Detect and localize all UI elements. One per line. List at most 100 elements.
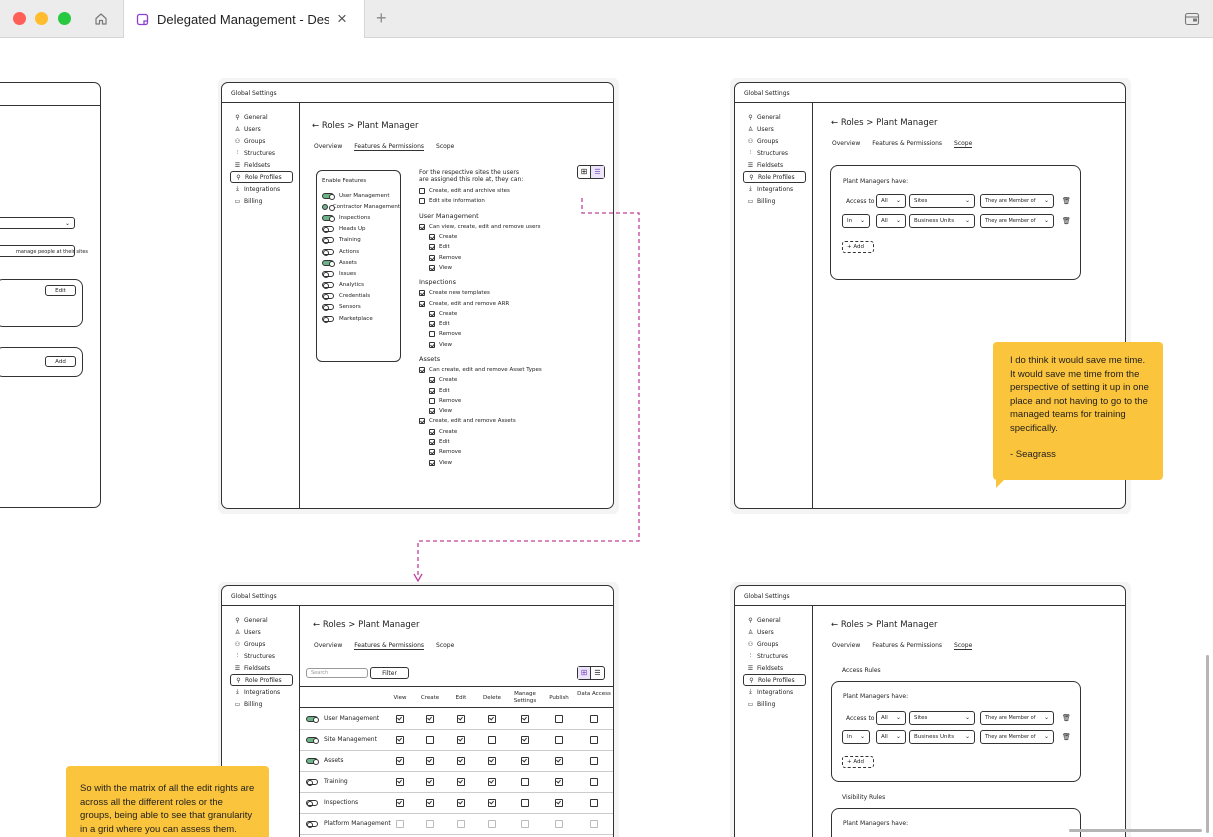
search-input[interactable]: Search (306, 668, 368, 678)
tab-scope[interactable]: Scope (954, 642, 973, 650)
toggle-switch[interactable] (322, 282, 334, 290)
checkbox[interactable] (555, 778, 563, 786)
tab-features[interactable]: Features & Permissions (872, 642, 942, 650)
breadcrumb[interactable]: ← Roles > Plant Manager (831, 620, 937, 630)
checkbox[interactable] (555, 820, 563, 828)
tab-scope[interactable]: Scope (436, 143, 454, 151)
toggle-switch[interactable] (322, 203, 335, 211)
checkbox[interactable] (426, 820, 434, 828)
site-permission-row[interactable]: Create, edit and archive sites (419, 186, 542, 196)
edit-button[interactable]: Edit (45, 285, 76, 296)
checkbox[interactable] (521, 736, 529, 744)
condition-select[interactable]: They are Member of ⌄ (980, 711, 1054, 725)
checkbox[interactable] (396, 715, 404, 723)
toggle-switch[interactable] (322, 304, 334, 312)
checkbox[interactable] (488, 757, 496, 765)
partial-select[interactable]: ⌄ (0, 217, 75, 229)
sticky-note-matrix[interactable]: So with the matrix of all the edit right… (66, 766, 269, 837)
entity-select[interactable]: Sites ⌄ (909, 194, 975, 208)
toggle-switch[interactable] (322, 214, 335, 222)
checkbox[interactable] (488, 778, 496, 786)
checkbox[interactable] (488, 715, 496, 723)
checkbox[interactable] (457, 820, 465, 828)
checkbox[interactable] (426, 799, 434, 807)
checkbox[interactable] (426, 715, 434, 723)
sidebar-item-role-profiles[interactable]: ⚲ Role Profiles (743, 674, 806, 686)
entity-select[interactable]: Business Units ⌄ (909, 214, 975, 228)
toggle-switch[interactable] (322, 259, 335, 267)
checkbox[interactable] (521, 799, 529, 807)
close-tab-icon[interactable]: × (337, 9, 347, 29)
checkbox[interactable] (555, 715, 563, 723)
checkbox[interactable] (457, 757, 465, 765)
checkbox[interactable] (521, 778, 529, 786)
trash-icon[interactable]: 🗑 (1062, 217, 1071, 225)
checkbox[interactable] (590, 757, 598, 765)
frame-features-grid[interactable]: Global Settings ⚲ General ♙ Users ⚇ Groups … (221, 585, 614, 837)
feature-toggle-row[interactable]: Analytics (322, 280, 400, 291)
tab-features[interactable]: Features & Permissions (354, 642, 425, 650)
prefix-select[interactable]: In ⌄ (842, 730, 870, 744)
toggle-switch[interactable] (306, 716, 319, 723)
sidebar-item-structures[interactable]: ⫶ Structures (735, 650, 812, 662)
sidebar-item-users[interactable]: ♙ Users (222, 123, 299, 135)
frame-scope-visibility[interactable]: Global Settings ⚲ General ♙ Users ⚇ Groups … (734, 585, 1126, 837)
feature-toggle-row[interactable]: Assets (322, 257, 400, 268)
sidebar-item-groups[interactable]: ⚇ Groups (222, 638, 299, 650)
feature-toggle-row[interactable]: Credentials (322, 291, 400, 302)
feature-toggle-row[interactable]: Marketplace (322, 313, 400, 324)
table-row[interactable]: User Management (300, 709, 613, 730)
checkbox[interactable] (488, 820, 496, 828)
checkbox[interactable] (488, 736, 496, 744)
checkbox[interactable] (396, 820, 404, 828)
qty-select[interactable]: All ⌄ (876, 711, 906, 725)
toggle-switch[interactable] (322, 226, 334, 234)
feature-toggle-row[interactable]: Actions (322, 246, 400, 257)
condition-select[interactable]: They are Member of ⌄ (980, 730, 1054, 744)
checkbox[interactable] (426, 778, 434, 786)
tab-overview[interactable]: Overview (832, 642, 860, 650)
feature-toggle-row[interactable]: Heads Up (322, 224, 400, 235)
qty-select[interactable]: All ⌄ (876, 194, 906, 208)
trash-icon[interactable]: 🗑 (1062, 714, 1071, 722)
table-row[interactable]: Inspections (300, 793, 613, 814)
checkbox[interactable] (419, 188, 425, 195)
zoom-window-button[interactable] (58, 12, 71, 25)
table-row[interactable]: Platform Management (300, 814, 613, 835)
trash-icon[interactable]: 🗑 (1062, 197, 1071, 205)
toggle-switch[interactable] (306, 800, 318, 807)
checkbox[interactable] (590, 778, 598, 786)
sidebar-item-general[interactable]: ⚲ General (735, 614, 812, 626)
sidebar-item-general[interactable]: ⚲ General (735, 111, 812, 123)
sidebar-item-users[interactable]: ♙ Users (735, 123, 812, 135)
toggle-switch[interactable] (322, 293, 334, 301)
toggle-switch[interactable] (322, 315, 334, 323)
sidebar-item-general[interactable]: ⚲ General (222, 614, 299, 626)
sidebar-item-groups[interactable]: ⚇ Groups (735, 135, 812, 147)
table-row[interactable]: Training (300, 772, 613, 793)
sidebar-item-fieldsets[interactable]: ☰ Fieldsets (735, 662, 812, 674)
partial-input[interactable]: manage people at their sites (0, 245, 88, 257)
toggle-switch[interactable] (322, 270, 334, 278)
sidebar-item-general[interactable]: ⚲ General (222, 111, 299, 123)
breadcrumb[interactable]: ← Roles > Plant Manager (312, 121, 418, 131)
sidebar-item-billing[interactable]: ▭ Billing (735, 698, 812, 710)
design-canvas[interactable]: ⌄ manage people at their sites Edit Add … (0, 38, 1213, 837)
sidebar-item-billing[interactable]: ▭ Billing (222, 195, 299, 207)
feature-toggle-row[interactable]: Training (322, 235, 400, 246)
add-button[interactable]: Add (45, 356, 76, 367)
table-row[interactable]: Assets (300, 751, 613, 772)
trash-icon[interactable]: 🗑 (1062, 733, 1071, 741)
checkbox[interactable] (457, 715, 465, 723)
sidebar-item-billing[interactable]: ▭ Billing (222, 698, 299, 710)
sidebar-item-role-profiles[interactable]: ⚲ Role Profiles (230, 674, 293, 686)
checkbox[interactable] (457, 778, 465, 786)
toggle-switch[interactable] (322, 248, 334, 256)
grid-view-icon[interactable]: ⊞ (578, 667, 591, 679)
toggle-switch[interactable] (306, 758, 319, 765)
vertical-scrollbar[interactable] (1206, 655, 1209, 833)
add-rule-button[interactable]: + Add (842, 241, 874, 253)
tab-overview[interactable]: Overview (314, 143, 342, 151)
tab-scope[interactable]: Scope (954, 140, 973, 148)
checkbox[interactable] (590, 799, 598, 807)
